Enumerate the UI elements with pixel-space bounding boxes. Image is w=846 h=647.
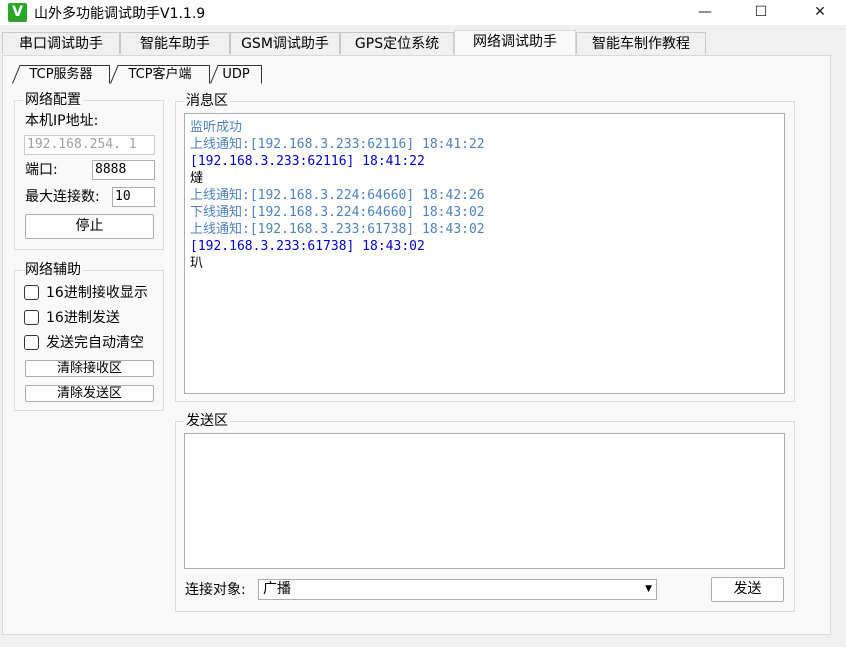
chevron-down-icon: ▼ [645,584,652,594]
auto-clear-checkbox[interactable]: 发送完自动清空 [24,334,159,352]
tab-tcp-server[interactable]: TCP服务器 [12,65,110,84]
message-line: 上线通知:[192.168.3.233:62116] 18:41:22 [190,137,485,152]
message-log[interactable]: 监听成功 上线通知:[192.168.3.233:62116] 18:41:22… [184,113,785,394]
message-line: [192.168.3.233:62116] 18:41:22 [190,154,425,169]
message-line: 上线通知:[192.168.3.224:64660] 18:42:26 [190,188,485,203]
clear-receive-button[interactable]: 清除接收区 [25,360,154,377]
max-connections-field[interactable]: 10 [112,187,155,207]
title-bar: V 山外多功能调试助手V1.1.9 — ☐ ✕ [0,0,846,25]
app-logo-icon: V [8,3,27,22]
max-connections-label: 最大连接数: [25,189,100,205]
tab-serial-debug[interactable]: 串口调试助手 [2,32,120,54]
maximize-button[interactable]: ☐ [738,0,784,25]
tab-smart-car-tutorial[interactable]: 智能车制作教程 [576,32,706,54]
target-select[interactable]: 广播 ▼ [258,579,657,600]
tab-tcp-client[interactable]: TCP客户端 [110,65,210,84]
stop-button[interactable]: 停止 [25,214,154,239]
minimize-button[interactable]: — [682,0,728,25]
message-legend: 消息区 [184,93,230,109]
ip-field[interactable]: 192.168.254. 1 [24,135,155,155]
tab-gps-system[interactable]: GPS定位系统 [340,32,454,54]
clear-send-button[interactable]: 清除发送区 [25,385,154,402]
hex-receive-label: 16进制接收显示 [46,285,148,301]
send-button[interactable]: 发送 [711,577,784,602]
checkbox-box-icon [24,285,39,300]
target-label: 连接对象: [185,582,246,598]
tab-udp[interactable]: UDP [210,65,262,84]
network-aux-legend: 网络辅助 [23,262,83,278]
network-config-legend: 网络配置 [23,92,83,108]
hex-send-label: 16进制发送 [46,310,120,326]
send-textarea[interactable] [184,433,785,569]
tab-network-debug[interactable]: 网络调试助手 [454,30,576,55]
checkbox-box-icon [24,310,39,325]
tab-tcp-client-label: TCP客户端 [128,67,192,82]
message-line: 监听成功 [190,120,243,135]
message-line: 玐 [190,256,204,271]
tab-tcp-server-label: TCP服务器 [29,67,93,82]
message-line: 上线通知:[192.168.3.233:61738] 18:43:02 [190,222,485,237]
close-button[interactable]: ✕ [797,0,843,25]
tab-udp-label: UDP [222,67,250,82]
message-line: 燵 [190,171,204,186]
send-legend: 发送区 [184,413,230,429]
hex-receive-checkbox[interactable]: 16进制接收显示 [24,284,159,302]
message-line: 下线通知:[192.168.3.224:64660] 18:43:02 [190,205,485,220]
window-title: 山外多功能调试助手V1.1.9 [34,6,206,22]
tab-gsm-debug[interactable]: GSM调试助手 [230,32,340,54]
auto-clear-label: 发送完自动清空 [46,335,144,351]
hex-send-checkbox[interactable]: 16进制发送 [24,309,159,327]
checkbox-box-icon [24,335,39,350]
message-line: [192.168.3.233:61738] 18:43:02 [190,239,425,254]
port-field[interactable]: 8888 [92,160,155,180]
target-select-value: 广播 [263,581,291,597]
tab-smart-car[interactable]: 智能车助手 [120,32,230,54]
ip-label: 本机IP地址: [25,113,99,129]
port-label: 端口: [25,162,58,178]
